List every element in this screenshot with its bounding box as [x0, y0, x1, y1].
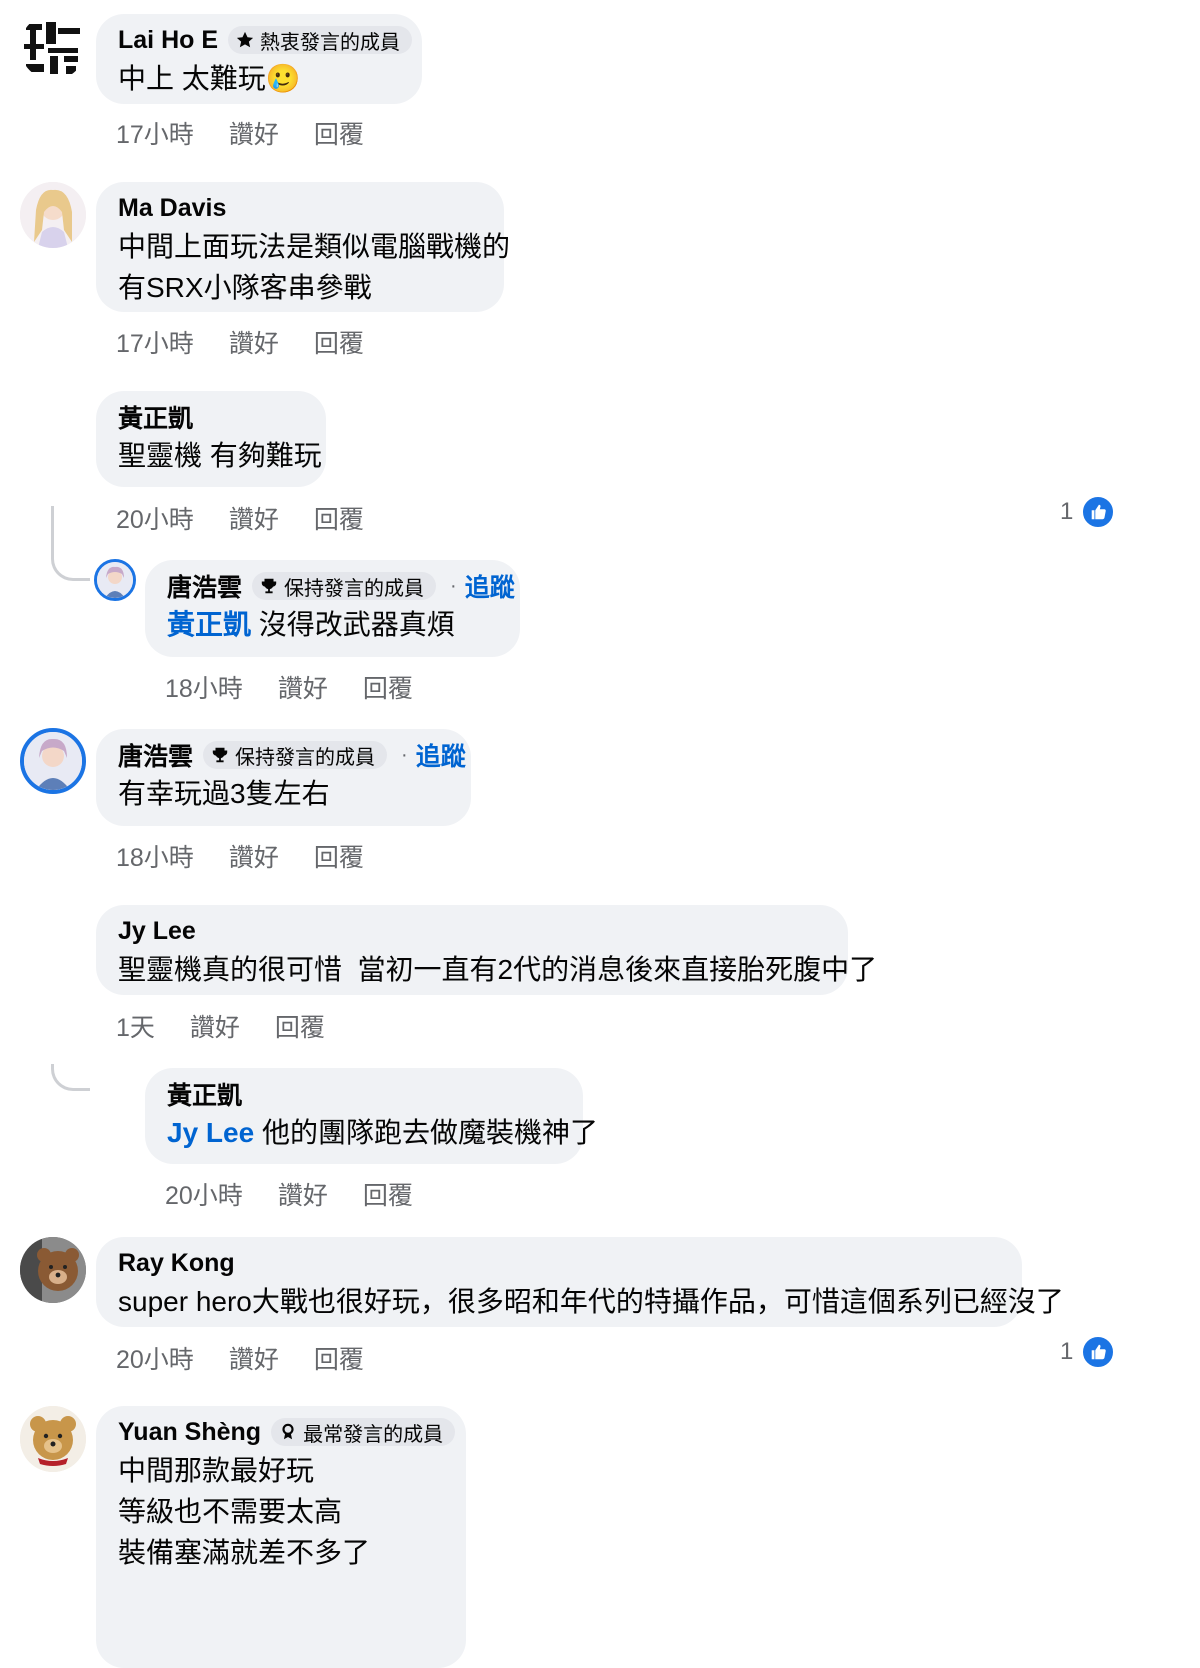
reply-bubble: 黃正凱 Jy Lee 他的團隊跑去做魔裝機神了: [145, 1068, 598, 1164]
reply-button[interactable]: 回覆: [314, 1340, 364, 1376]
like-button[interactable]: 讚好: [278, 669, 328, 705]
comment-text: 裝備塞滿就差不多了: [118, 1537, 371, 1568]
follow-button[interactable]: 追蹤: [416, 737, 466, 773]
avatar[interactable]: [20, 182, 86, 248]
reply-button[interactable]: 回覆: [314, 324, 364, 360]
mention-link[interactable]: 黃正凱: [167, 609, 251, 640]
star-icon: [236, 31, 254, 48]
avatar[interactable]: [20, 14, 86, 80]
timestamp[interactable]: 18小時: [165, 669, 243, 705]
reply-button[interactable]: 回覆: [275, 1008, 325, 1044]
timestamp[interactable]: 17小時: [116, 324, 194, 360]
comment-bubble: Jy Lee 聖靈機真的很可惜 當初一直有2代的消息後來直接胎死腹中了: [96, 905, 878, 995]
comment-bubble: 黃正凱 聖靈機 有夠難玩: [96, 391, 326, 487]
comment-text: super hero大戰也很好玩，很多昭和年代的特攝作品，可惜這個系列已經沒了: [118, 1286, 1064, 1317]
trophy-icon: [212, 747, 228, 763]
comment-actions: 17小時 讚好 回覆: [116, 115, 399, 151]
commenter-name[interactable]: 黃正凱: [118, 399, 193, 435]
comment-actions: 18小時 讚好 回覆: [165, 669, 448, 705]
comment-text: 等級也不需要太高: [118, 1496, 343, 1527]
like-button[interactable]: 讚好: [229, 1340, 279, 1376]
comment-bubble: Lai Ho E 熱衷發言的成員 中上 太難玩🥲: [96, 14, 422, 104]
comment-text: 中上 太難玩🥲: [118, 63, 301, 94]
comment-bubble: Ma Davis 中間上面玩法是類似電腦戰機的 有SRX小隊客串參戰: [96, 182, 511, 312]
like-button[interactable]: 讚好: [229, 500, 279, 536]
member-badge[interactable]: 熱衷發言的成員: [228, 26, 413, 54]
reply-button[interactable]: 回覆: [363, 669, 413, 705]
comment-actions: 1天 讚好 回覆: [116, 1008, 360, 1044]
member-badge[interactable]: 保持發言的成員: [203, 741, 388, 769]
timestamp[interactable]: 1天: [116, 1008, 155, 1044]
timestamp[interactable]: 20小時: [116, 1340, 194, 1376]
like-button[interactable]: 讚好: [190, 1008, 240, 1044]
commenter-name[interactable]: 唐浩雲: [118, 737, 193, 773]
timestamp[interactable]: 18小時: [116, 838, 194, 874]
comment-text: 中間那款最好玩: [118, 1455, 315, 1486]
separator-dot: ·: [450, 574, 457, 597]
reply-button[interactable]: 回覆: [314, 838, 364, 874]
commenter-name[interactable]: Lai Ho E: [118, 26, 218, 55]
comment-text-line: Jy Lee 他的團隊跑去做魔裝機神了: [167, 1112, 598, 1153]
avatar[interactable]: [20, 728, 86, 794]
comment-bubble: 唐浩雲 保持發言的成員 · 追蹤 有幸玩過3隻左右: [96, 729, 471, 826]
like-button[interactable]: 讚好: [229, 115, 279, 151]
reply-thread-line: [51, 1064, 90, 1091]
commenter-name[interactable]: 唐浩雲: [167, 568, 242, 604]
avatar[interactable]: [20, 1237, 86, 1303]
trophy-icon: [261, 578, 277, 594]
reply-button[interactable]: 回覆: [363, 1176, 413, 1212]
reply-thread-line: [51, 506, 90, 581]
comment-text: 他的團隊跑去做魔裝機神了: [261, 1117, 598, 1148]
badge-label: 保持發言的成員: [235, 746, 376, 769]
commenter-name[interactable]: Ma Davis: [118, 194, 226, 223]
comment-actions: 20小時 讚好 回覆: [116, 500, 399, 536]
like-button[interactable]: 讚好: [278, 1176, 328, 1212]
comment-text: 有幸玩過3隻左右: [118, 778, 330, 809]
mention-link[interactable]: Jy Lee: [167, 1117, 254, 1148]
thumbs-up-icon: [1081, 1335, 1116, 1369]
member-badge[interactable]: 保持發言的成員: [252, 572, 437, 600]
comment-text: 中間上面玩法是類似電腦戰機的: [118, 231, 511, 262]
commenter-name[interactable]: 黃正凱: [167, 1076, 242, 1112]
like-button[interactable]: 讚好: [229, 838, 279, 874]
reaction-number: 1: [1060, 1338, 1074, 1365]
badge-label: 最常發言的成員: [303, 1423, 444, 1446]
timestamp[interactable]: 17小時: [116, 115, 194, 151]
member-badge[interactable]: 最常發言的成員: [271, 1418, 456, 1446]
reply-bubble: 唐浩雲 保持發言的成員 · 追蹤 黃正凱 沒得改武器真煩: [145, 560, 520, 657]
badge-label: 熱衷發言的成員: [260, 31, 401, 54]
comment-actions: 20小時 讚好 回覆: [165, 1176, 448, 1212]
commenter-name[interactable]: Yuan Shèng: [118, 1418, 261, 1447]
comment-text: 沒得改武器真煩: [258, 609, 455, 640]
timestamp[interactable]: 20小時: [116, 500, 194, 536]
timestamp[interactable]: 20小時: [165, 1176, 243, 1212]
reaction-count[interactable]: 1: [1060, 495, 1116, 529]
medal-icon: [282, 1423, 294, 1440]
reaction-count[interactable]: 1: [1060, 1335, 1116, 1369]
comment-text: 有SRX小隊客串參戰: [118, 272, 372, 303]
reply-button[interactable]: 回覆: [314, 115, 364, 151]
comment-text-line: 黃正凱 沒得改武器真煩: [167, 604, 498, 645]
avatar[interactable]: [94, 559, 136, 601]
badge-label: 保持發言的成員: [284, 577, 425, 600]
comment-bubble: Yuan Shèng 最常發言的成員 中間那款最好玩 等級也不需要太高 裝備塞滿…: [96, 1406, 466, 1668]
comment-text: 聖靈機真的很可惜 當初一直有2代的消息後來直接胎死腹中了: [118, 954, 878, 985]
comment-text: 聖靈機 有夠難玩: [118, 440, 322, 471]
comment-bubble: Ray Kong super hero大戰也很好玩，很多昭和年代的特攝作品，可惜…: [96, 1237, 1064, 1327]
commenter-name[interactable]: Ray Kong: [118, 1249, 235, 1278]
avatar[interactable]: [20, 1406, 86, 1472]
commenter-name[interactable]: Jy Lee: [118, 917, 196, 946]
like-button[interactable]: 讚好: [229, 324, 279, 360]
comment-actions: 17小時 讚好 回覆: [116, 324, 399, 360]
separator-dot: ·: [401, 743, 408, 766]
comment-actions: 20小時 讚好 回覆: [116, 1340, 399, 1376]
reaction-number: 1: [1060, 498, 1074, 525]
comment-actions: 18小時 讚好 回覆: [116, 838, 399, 874]
thumbs-up-icon: [1081, 495, 1116, 529]
reply-button[interactable]: 回覆: [314, 500, 364, 536]
follow-button[interactable]: 追蹤: [465, 568, 515, 604]
